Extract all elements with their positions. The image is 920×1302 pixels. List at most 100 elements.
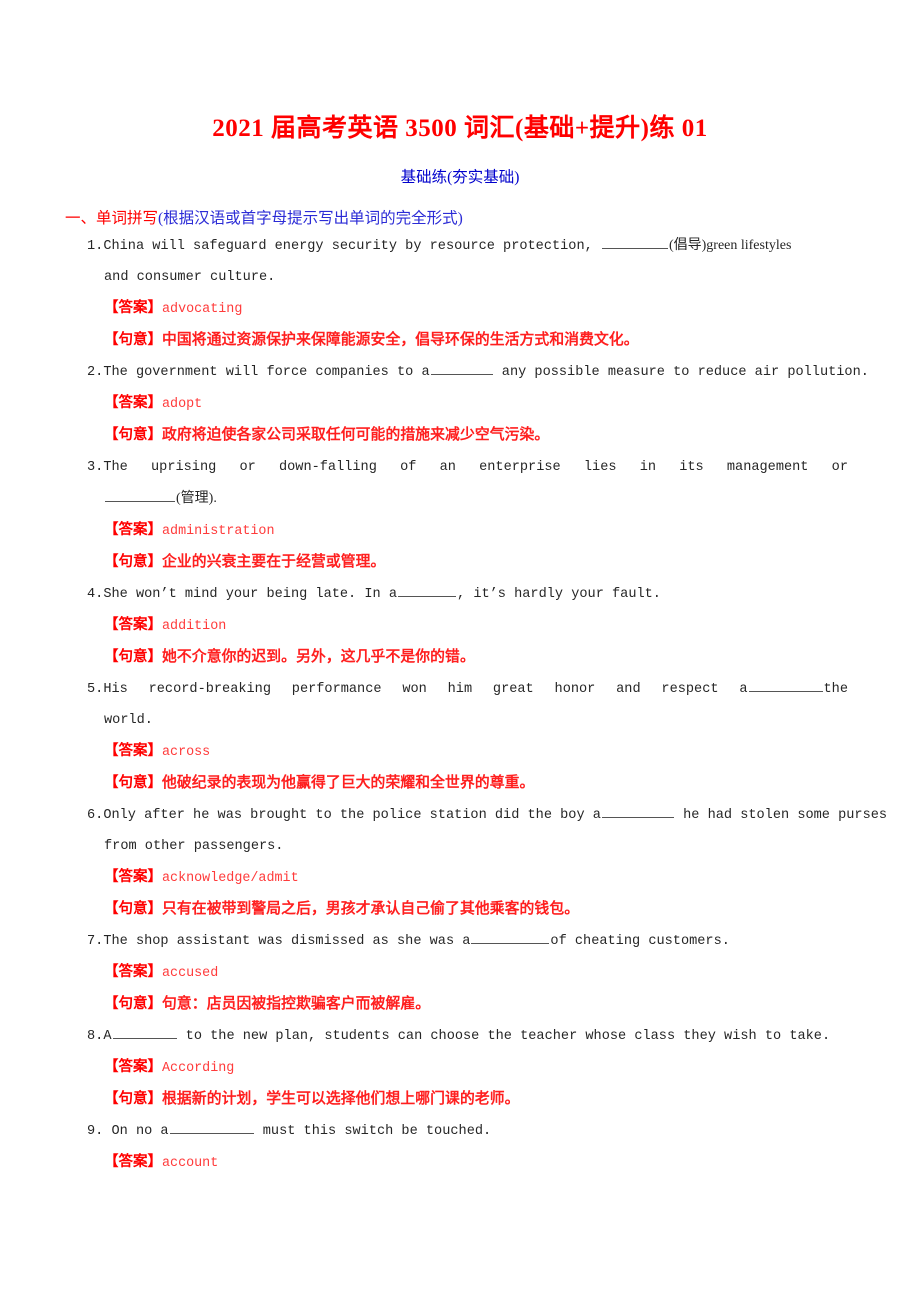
question-line-cont: (管理). — [62, 483, 858, 515]
answer-value: accused — [162, 966, 219, 982]
answer-value: across — [162, 745, 211, 761]
answer-blank[interactable] — [430, 362, 493, 376]
answer-blank[interactable] — [169, 1121, 254, 1135]
answer-value: administration — [162, 524, 275, 540]
question-text: The uprising or down-falling of an enter… — [103, 460, 848, 476]
answer-blank[interactable] — [471, 931, 550, 945]
page-subtitle: 基础练(夯实基础) — [400, 169, 520, 187]
answer-line: 【答案】across — [62, 736, 858, 768]
meaning-value: 中国将通过资源保护来保障能源安全，倡导环保的生活方式和消费文化。 — [162, 332, 639, 349]
answer-line: 【答案】accused — [62, 957, 858, 989]
answer-label: 【答案】 — [104, 964, 162, 981]
question-text: His record-breaking performance won him … — [103, 682, 748, 698]
meaning-line: 【句意】只有在被带到警局之后，男孩才承认自己偷了其他乘客的钱包。 — [62, 894, 858, 926]
question-item: 7.The shop assistant was dismissed as sh… — [62, 926, 858, 1021]
question-text-cont: of cheating customers. — [550, 934, 730, 950]
answer-line: 【答案】acknowledge/admit — [62, 862, 858, 894]
answer-label: 【答案】 — [104, 743, 162, 760]
answer-label: 【答案】 — [104, 522, 162, 539]
question-number: 4. — [87, 587, 104, 603]
question-number: 1. — [87, 239, 104, 255]
question-number: 5. — [87, 682, 104, 698]
question-text: She won’t mind your being late. In a — [103, 587, 398, 603]
question-text-cont: to the new plan, students can choose the… — [177, 1029, 831, 1045]
answer-line: 【答案】administration — [62, 515, 858, 547]
answer-line: 【答案】addition — [62, 610, 858, 642]
question-line: 4.She won’t mind your being late. In a , … — [62, 579, 858, 610]
question-number: 8. — [87, 1029, 104, 1045]
answer-line: 【答案】advocating — [62, 293, 858, 325]
question-text-cont: the — [823, 682, 848, 698]
answer-blank[interactable] — [105, 489, 175, 503]
answer-blank[interactable] — [601, 236, 668, 250]
question-line: 1.China will safeguard energy security b… — [62, 230, 858, 262]
question-line: 8.A to the new plan, students can choose… — [62, 1021, 858, 1052]
answer-label: 【答案】 — [104, 395, 162, 412]
question-text-cont: any possible measure to reduce air pollu… — [493, 365, 869, 381]
question-number: 2. — [87, 365, 104, 381]
question-text: The shop assistant was dismissed as she … — [103, 934, 471, 950]
meaning-value: 她不介意你的迟到。另外，这几乎不是你的错。 — [162, 649, 475, 666]
question-line: 2.The government will force companies to… — [62, 357, 869, 388]
question-text: China will safeguard energy security by … — [103, 239, 601, 255]
question-item: 8.A to the new plan, students can choose… — [62, 1021, 858, 1116]
answer-line: 【答案】According — [62, 1052, 858, 1084]
answer-value: acknowledge/admit — [162, 871, 299, 887]
meaning-label: 【句意】 — [104, 996, 162, 1013]
meaning-line: 【句意】句意：店员因被指控欺骗客户而被解雇。 — [62, 989, 858, 1021]
question-number: 6. — [87, 808, 104, 824]
question-line: 5.His record-breaking performance won hi… — [62, 674, 858, 705]
page-title: 2021 届高考英语 3500 词汇(基础+提升)练 01 — [212, 115, 708, 142]
document-page: 2021 届高考英语 3500 词汇(基础+提升)练 01 基础练(夯实基础) … — [0, 0, 920, 1302]
section-heading-sub: (根据汉语或首字母提示写出单词的完全形式) — [158, 210, 463, 228]
question-number: 7. — [87, 934, 104, 950]
meaning-label: 【句意】 — [104, 775, 162, 792]
meaning-line: 【句意】中国将通过资源保护来保障能源安全，倡导环保的生活方式和消费文化。 — [62, 325, 858, 357]
meaning-value: 句意：店员因被指控欺骗客户而被解雇。 — [162, 996, 431, 1013]
answer-label: 【答案】 — [104, 617, 162, 634]
answer-value: account — [162, 1156, 219, 1172]
question-text: The government will force companies to a — [103, 365, 430, 381]
meaning-value: 他破纪录的表现为他赢得了巨大的荣耀和全世界的尊重。 — [162, 775, 535, 792]
question-number: 3. — [87, 460, 104, 476]
question-line-cont: and consumer culture. — [104, 270, 276, 286]
section-heading-main: 一、单词拼写 — [65, 210, 159, 228]
answer-value: According — [162, 1061, 235, 1077]
question-text: A — [103, 1029, 112, 1045]
meaning-label: 【句意】 — [104, 427, 162, 444]
answer-blank[interactable] — [748, 679, 823, 693]
answer-blank[interactable] — [398, 584, 457, 598]
meaning-label: 【句意】 — [104, 901, 162, 918]
question-list: 1.China will safeguard energy security b… — [62, 230, 887, 1179]
meaning-value: 企业的兴衰主要在于经营或管理。 — [162, 554, 386, 571]
meaning-label: 【句意】 — [104, 1091, 162, 1108]
answer-blank[interactable] — [112, 1026, 177, 1040]
question-item: 3.The uprising or down-falling of an ent… — [62, 452, 858, 579]
answer-label: 【答案】 — [104, 300, 162, 317]
answer-blank[interactable] — [601, 805, 674, 819]
section-heading: 一、单词拼写(根据汉语或首字母提示写出单词的完全形式) — [62, 188, 858, 230]
answer-value: addition — [162, 619, 227, 635]
answer-value: advocating — [162, 302, 243, 318]
question-item: 1.China will safeguard energy security b… — [62, 230, 858, 357]
meaning-line: 【句意】根据新的计划，学生可以选择他们想上哪门课的老师。 — [62, 1084, 858, 1116]
question-line: 6.Only after he was brought to the polic… — [62, 800, 887, 831]
meaning-line: 【句意】他破纪录的表现为他赢得了巨大的荣耀和全世界的尊重。 — [62, 768, 858, 800]
question-line: 9. On no a must this switch be touched. — [62, 1116, 858, 1147]
question-item: 2.The government will force companies to… — [62, 357, 869, 452]
question-text: On no a — [103, 1124, 169, 1140]
answer-label: 【答案】 — [104, 869, 162, 886]
meaning-label: 【句意】 — [104, 554, 162, 571]
answer-label: 【答案】 — [104, 1154, 162, 1171]
meaning-line: 【句意】企业的兴衰主要在于经营或管理。 — [62, 547, 858, 579]
question-hint: (倡导)green lifestyles — [668, 238, 792, 254]
answer-line: 【答案】adopt — [62, 388, 858, 420]
meaning-line: 【句意】她不介意你的迟到。另外，这几乎不是你的错。 — [62, 642, 858, 674]
question-text: Only after he was brought to the police … — [103, 808, 601, 824]
question-item: 5.His record-breaking performance won hi… — [62, 674, 858, 800]
question-line-cont: from other passengers. — [104, 839, 284, 855]
answer-value: adopt — [162, 397, 203, 413]
question-hint: (管理). — [176, 491, 217, 507]
question-line: 7.The shop assistant was dismissed as sh… — [62, 926, 858, 957]
meaning-line: 【句意】政府将迫使各家公司采取任何可能的措施来减少空气污染。 — [62, 420, 858, 452]
